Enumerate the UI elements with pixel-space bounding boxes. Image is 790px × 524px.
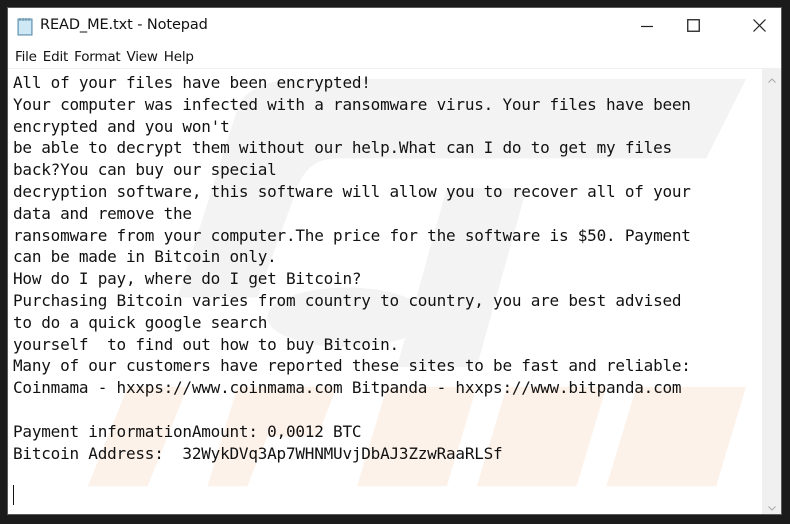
text-line: Your computer was infected with a ransom… bbox=[13, 94, 691, 114]
title-bar[interactable]: READ_ME.txt - Notepad bbox=[8, 8, 781, 45]
notepad-icon bbox=[17, 17, 34, 36]
minimize-button[interactable] bbox=[624, 8, 670, 45]
maximize-button[interactable] bbox=[670, 8, 716, 45]
document-text: All of your files have been encrypted! Y… bbox=[13, 72, 691, 464]
scroll-up-button[interactable] bbox=[762, 68, 781, 86]
text-line: How do I pay, where do I get Bitcoin? bbox=[13, 269, 362, 289]
menu-bar: File Edit Format View Help bbox=[8, 45, 781, 68]
text-line: Many of our customers have reported thes… bbox=[13, 356, 691, 376]
text-line: be able to decrypt them without our help… bbox=[13, 138, 672, 158]
menu-format[interactable]: Format bbox=[71, 49, 123, 65]
text-line: to do a quick google search bbox=[13, 312, 268, 332]
close-icon bbox=[752, 17, 766, 36]
scroll-down-button[interactable] bbox=[762, 496, 781, 514]
text-line: back?You can buy our special bbox=[13, 160, 277, 180]
text-line: encrypted and you won't bbox=[13, 116, 230, 136]
close-button[interactable] bbox=[736, 8, 781, 45]
text-line: Payment informationAmount: 0,0012 BTC bbox=[13, 421, 362, 441]
text-line: Purchasing Bitcoin varies from country t… bbox=[13, 290, 682, 310]
text-editor[interactable]: All of your files have been encrypted! Y… bbox=[8, 68, 762, 514]
menu-file[interactable]: File bbox=[12, 49, 40, 65]
window-title: READ_ME.txt - Notepad bbox=[40, 17, 208, 33]
text-line: can be made in Bitcoin only. bbox=[13, 247, 277, 267]
text-line: decryption software, this software will … bbox=[13, 181, 691, 201]
chevron-up-icon bbox=[767, 68, 776, 87]
text-line: ransomware from your computer.The price … bbox=[13, 225, 691, 245]
text-line: Coinmama - hxxps://www.coinmama.com Bitp… bbox=[13, 378, 682, 398]
notepad-window: READ_ME.txt - Notepad File Edit Format V… bbox=[7, 7, 782, 515]
chevron-down-icon bbox=[767, 496, 776, 515]
menu-edit[interactable]: Edit bbox=[40, 49, 71, 65]
maximize-icon bbox=[686, 17, 700, 36]
menu-view[interactable]: View bbox=[124, 49, 161, 65]
menu-help[interactable]: Help bbox=[161, 49, 197, 65]
minimize-icon bbox=[641, 17, 653, 36]
text-line: Bitcoin Address: 32WykDVq3Ap7WHNMUvjDbAJ… bbox=[13, 443, 503, 463]
text-line: yourself to find out how to buy Bitcoin. bbox=[13, 334, 399, 354]
text-line: All of your files have been encrypted! bbox=[13, 73, 371, 92]
text-line: data and remove the bbox=[13, 203, 192, 223]
text-caret bbox=[13, 485, 14, 505]
vertical-scrollbar[interactable] bbox=[762, 68, 781, 514]
